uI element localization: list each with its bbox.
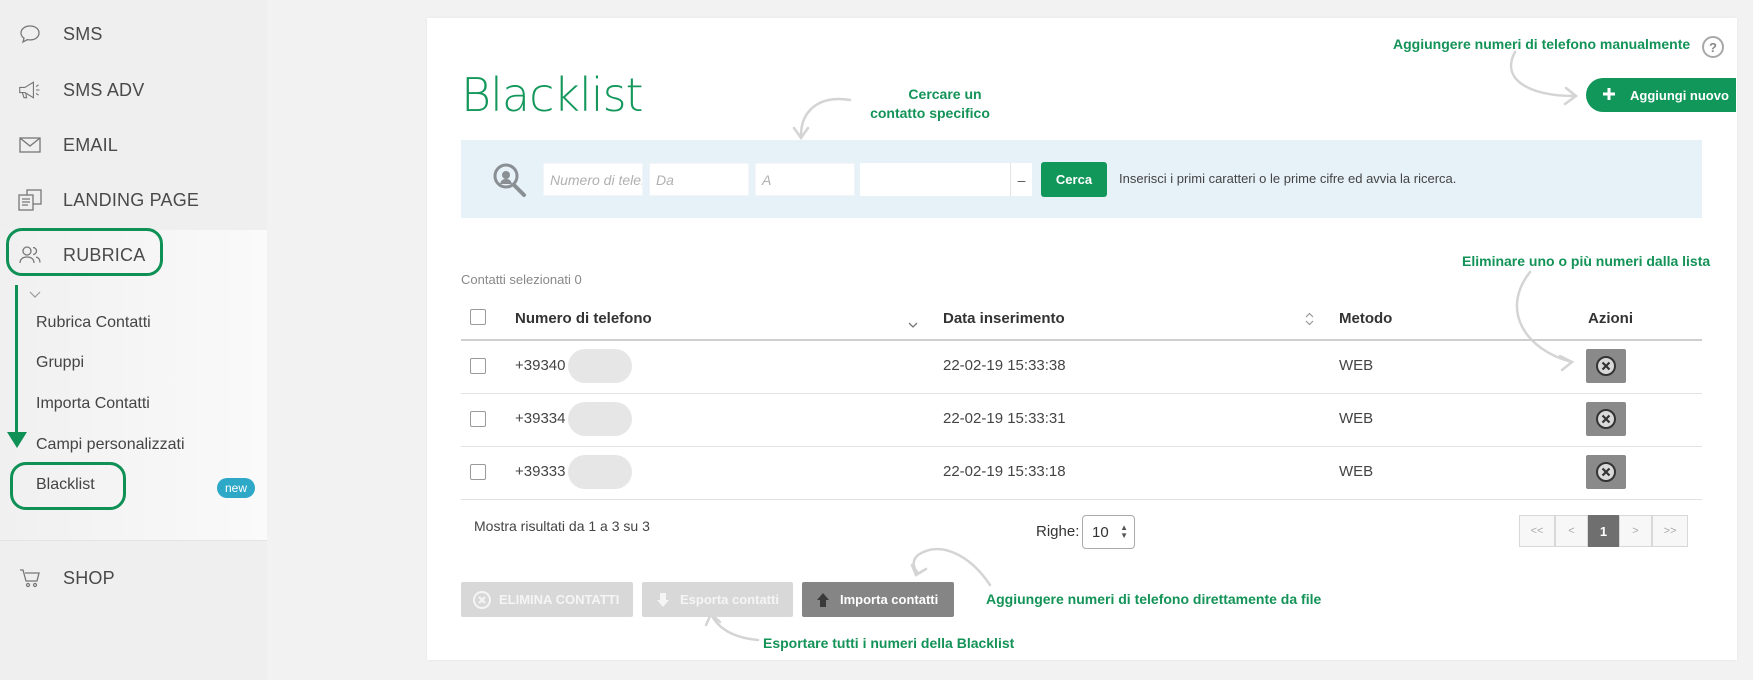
selected-count: Contatti selezionati 0: [461, 272, 582, 287]
results-summary: Mostra risultati da 1 a 3 su 3: [474, 518, 650, 534]
row-divider: [461, 393, 1702, 394]
row-checkbox[interactable]: [470, 464, 486, 480]
row-checkbox[interactable]: [470, 411, 486, 427]
method-select[interactable]: –: [860, 163, 1032, 196]
row-method: WEB: [1339, 410, 1374, 427]
row-checkbox[interactable]: [470, 358, 486, 374]
close-circle-icon: [1596, 462, 1616, 482]
date-to-input[interactable]: A: [755, 163, 855, 196]
delete-row-button[interactable]: [1586, 402, 1626, 436]
export-contacts-button[interactable]: Esporta contatti: [642, 582, 793, 617]
pager-last[interactable]: >>: [1652, 515, 1688, 547]
redacted-number: [568, 349, 632, 383]
delete-contacts-button[interactable]: ELIMINA CONTATTI: [461, 582, 633, 617]
pager-page[interactable]: 1: [1588, 515, 1619, 547]
rows-per-page-label: Righe:: [1036, 523, 1080, 540]
phone-search-input[interactable]: Numero di telefono: [543, 163, 643, 196]
close-circle-icon: [1596, 409, 1616, 429]
row-method: WEB: [1339, 463, 1374, 480]
row-date: 22-02-19 15:33:18: [943, 463, 1066, 480]
sort-desc-icon[interactable]: [908, 316, 918, 334]
delete-row-button[interactable]: [1586, 455, 1626, 489]
sort-icon[interactable]: [1305, 312, 1314, 331]
row-divider: [461, 446, 1702, 447]
row-method: WEB: [1339, 357, 1374, 374]
redacted-number: [568, 402, 632, 436]
delete-contacts-label: ELIMINA CONTATTI: [499, 592, 620, 607]
close-circle-icon: [471, 590, 493, 610]
row-divider: [461, 499, 1702, 500]
import-contacts-button[interactable]: Importa contatti: [802, 582, 954, 617]
row-phone: +39340: [515, 357, 566, 374]
rows-per-page-value: 10: [1092, 523, 1109, 541]
column-header-date[interactable]: Data inserimento: [943, 310, 1065, 327]
pager-next[interactable]: >: [1619, 515, 1652, 547]
add-new-label: Aggiungi nuovo: [1630, 87, 1729, 103]
pager-first[interactable]: <<: [1519, 515, 1555, 547]
row-date: 22-02-19 15:33:31: [943, 410, 1066, 427]
delete-row-button[interactable]: [1586, 349, 1626, 383]
method-select-separator: –: [1010, 163, 1032, 196]
stepper-arrows-icon: ▲ ▼: [1120, 523, 1128, 540]
row-phone: +39334: [515, 410, 566, 427]
row-phone: +39333: [515, 463, 566, 480]
help-icon[interactable]: ?: [1702, 36, 1724, 58]
plus-icon: [1600, 86, 1618, 104]
search-hint: Inserisci i primi caratteri o le prime c…: [1119, 171, 1457, 186]
add-new-button[interactable]: Aggiungi nuovo: [1586, 78, 1736, 112]
column-header-phone[interactable]: Numero di telefono: [515, 310, 652, 327]
pager-prev[interactable]: <: [1555, 515, 1588, 547]
rows-per-page-select[interactable]: 10 ▲ ▼: [1082, 515, 1135, 549]
redacted-number: [568, 455, 632, 489]
table-header-divider: [461, 339, 1702, 341]
column-header-actions: Azioni: [1588, 310, 1633, 327]
select-all-checkbox[interactable]: [470, 309, 486, 325]
date-from-input[interactable]: Da: [649, 163, 749, 196]
arrow-up-icon: [812, 592, 834, 608]
close-circle-icon: [1596, 356, 1616, 376]
import-contacts-label: Importa contatti: [840, 592, 939, 607]
search-icon: [490, 160, 530, 205]
search-button[interactable]: Cerca: [1041, 162, 1107, 197]
column-header-method: Metodo: [1339, 310, 1393, 327]
row-date: 22-02-19 15:33:38: [943, 357, 1066, 374]
export-contacts-label: Esporta contatti: [680, 592, 779, 607]
arrow-down-icon: [652, 592, 674, 608]
